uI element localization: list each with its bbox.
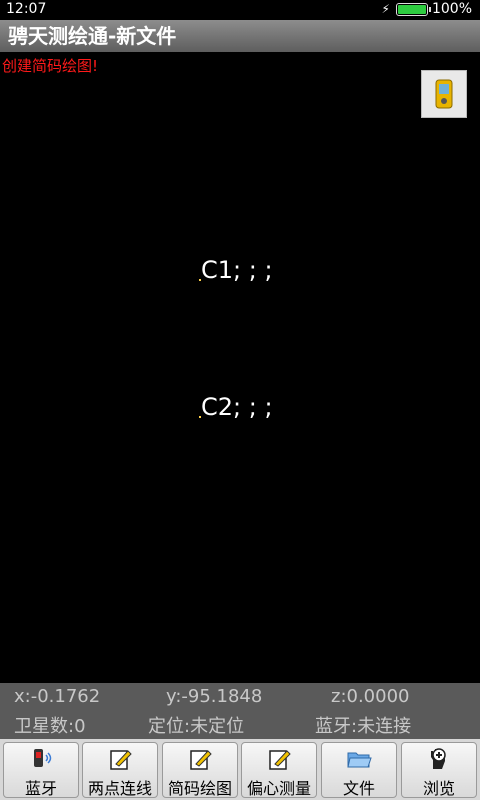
edit-icon — [269, 750, 291, 770]
edit-icon — [110, 750, 132, 770]
bluetooth-button-label: 蓝牙 — [24, 779, 57, 798]
fix-status: 定位:未定位 — [148, 716, 245, 737]
coord-z: z:0.0000 — [331, 686, 410, 707]
file-button[interactable]: 文件 — [321, 742, 397, 798]
battery-percent: 100% — [431, 1, 472, 17]
status-time: 12:07 — [6, 1, 47, 17]
code-drawing-button[interactable]: 简码绘图 — [162, 742, 238, 798]
code-drawing-label: 简码绘图 — [167, 779, 232, 798]
bluetooth-status: 蓝牙:未连接 — [315, 716, 412, 737]
battery-icon — [395, 2, 431, 16]
charging-icon: ⚡ — [381, 2, 390, 16]
file-button-label: 文件 — [342, 779, 375, 798]
bluetooth-phone-icon — [34, 749, 52, 767]
canvas-hint: 创建简码绘图! — [2, 57, 99, 75]
point-label-c1: C1; ; ; — [201, 256, 273, 284]
offset-measure-button[interactable]: 偏心测量 — [241, 742, 317, 798]
satellite-count: 卫星数:0 — [14, 716, 86, 737]
gps-receiver-icon — [435, 79, 453, 109]
offset-measure-label: 偏心测量 — [246, 779, 311, 798]
browse-button[interactable]: 浏览 — [401, 742, 477, 798]
app-title: 骋天测绘通-新文件 — [8, 24, 177, 48]
app-title-bar: 骋天测绘通-新文件 — [0, 20, 480, 52]
hand-zoom-icon — [431, 748, 446, 769]
gps-device-button[interactable] — [421, 70, 467, 118]
folder-icon — [347, 752, 372, 768]
coord-x: x:-0.1762 — [14, 686, 101, 707]
point-label-c2: C2; ; ; — [201, 393, 273, 421]
browse-button-label: 浏览 — [422, 779, 455, 798]
coordinate-panel: x:-0.1762 y:-95.1848 z:0.0000 卫星数:0 定位:未… — [0, 683, 480, 739]
battery-fill — [397, 4, 426, 14]
coord-y: y:-95.1848 — [166, 686, 263, 707]
bluetooth-button[interactable]: 蓝牙 — [3, 742, 79, 798]
edit-icon — [190, 750, 212, 770]
status-bar: 12:07 ⚡ 100% — [0, 0, 480, 20]
two-point-line-button[interactable]: 两点连线 — [82, 742, 158, 798]
two-point-line-label: 两点连线 — [87, 779, 152, 798]
bottom-toolbar: 蓝牙 两点连线 简码绘图 偏心测量 文件 浏览 — [0, 739, 480, 800]
